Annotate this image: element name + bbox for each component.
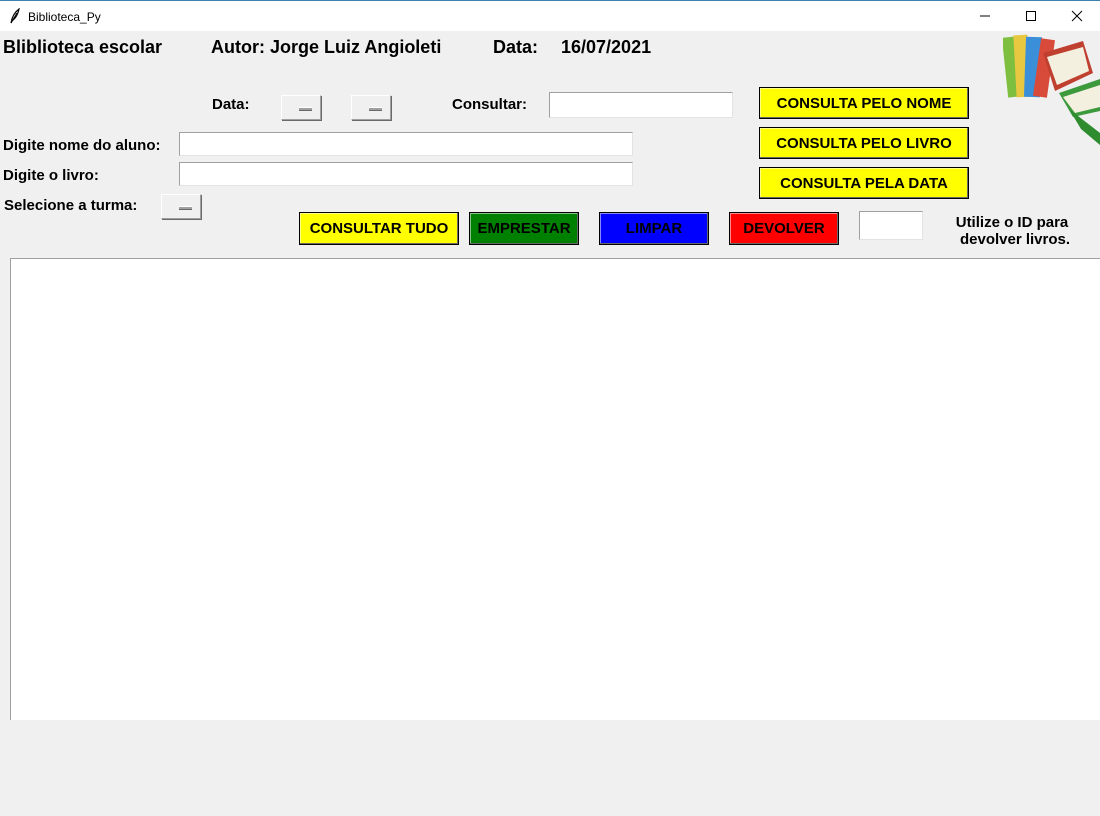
consultar-label: Consultar: [452, 96, 527, 113]
header-date-label: Data: [493, 37, 539, 57]
maximize-button[interactable] [1008, 1, 1054, 31]
window-titlebar: Biblioteca_Py [0, 0, 1100, 31]
consulta-nome-button[interactable]: CONSULTA PELO NOME [759, 87, 969, 119]
minimize-icon [980, 15, 990, 17]
aluno-input[interactable] [179, 132, 633, 156]
livro-label: Digite o livro: [3, 167, 99, 184]
header-date-value: 16/07/2021 [561, 37, 652, 57]
id-hint-line2: devolver livros. [959, 231, 1071, 248]
id-hint-line1: Utilize o ID para [955, 214, 1069, 231]
data-label: Data: [212, 96, 250, 113]
consultar-input[interactable] [549, 92, 733, 118]
id-hint: Utilize o ID para devolver livros. [952, 214, 1072, 248]
turma-select[interactable] [161, 194, 201, 219]
emprestar-button[interactable]: EMPRESTAR [469, 212, 579, 245]
results-textarea[interactable] [10, 258, 1100, 720]
limpar-button[interactable]: LIMPAR [599, 212, 709, 245]
consulta-livro-button[interactable]: CONSULTA PELO LIVRO [759, 127, 969, 159]
menu-indicator-icon [179, 206, 192, 210]
window-title: Biblioteca_Py [28, 10, 101, 24]
menu-indicator-icon [369, 107, 382, 111]
close-icon [1071, 10, 1083, 22]
aluno-label: Digite nome do aluno: [3, 137, 161, 154]
day-select[interactable] [281, 95, 321, 120]
app-title: Bliblioteca escolar [3, 37, 163, 57]
close-button[interactable] [1054, 1, 1100, 31]
devolver-button[interactable]: DEVOLVER [729, 212, 839, 245]
month-select[interactable] [351, 95, 391, 120]
minimize-button[interactable] [962, 1, 1008, 31]
books-icon [1001, 33, 1100, 145]
author-label: Autor: Jorge Luiz Angioleti [211, 37, 442, 57]
id-input[interactable] [859, 211, 923, 240]
consultar-tudo-button[interactable]: CONSULTAR TUDO [299, 212, 459, 245]
livro-input[interactable] [179, 162, 633, 186]
menu-indicator-icon [299, 107, 312, 111]
feather-icon [9, 7, 21, 29]
turma-label: Selecione a turma: [4, 197, 138, 214]
consulta-data-button[interactable]: CONSULTA PELA DATA [759, 167, 969, 199]
maximize-icon [1026, 11, 1036, 21]
